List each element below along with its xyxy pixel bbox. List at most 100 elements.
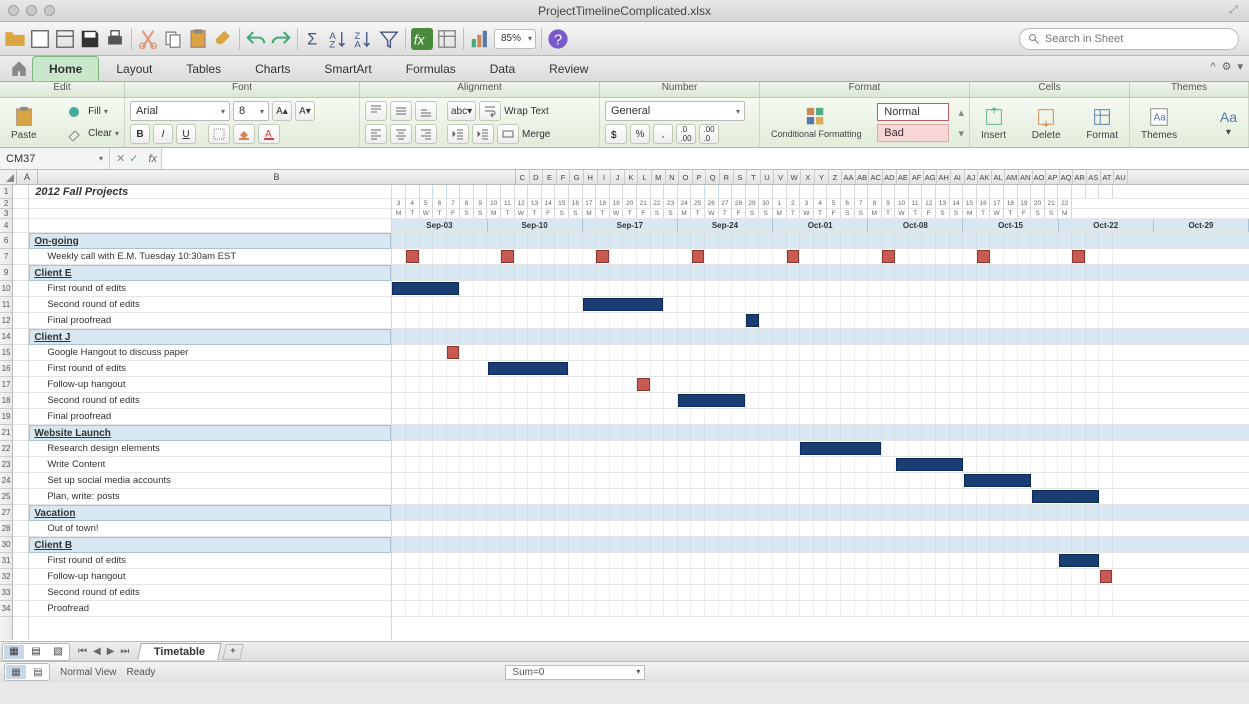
col-header[interactable]: I (598, 170, 612, 184)
col-header[interactable]: AS (1087, 170, 1101, 184)
milestone-block[interactable] (1072, 250, 1085, 263)
timeline-row[interactable] (392, 313, 1249, 329)
col-header[interactable]: AH (937, 170, 951, 184)
cell[interactable]: Research design elements (29, 441, 391, 457)
cell[interactable]: Follow-up hangout (29, 569, 391, 585)
timeline-row[interactable] (392, 569, 1249, 585)
sort-asc-button[interactable]: AZ (328, 28, 350, 50)
timeline-row[interactable] (392, 425, 1249, 441)
col-header[interactable]: Y (815, 170, 829, 184)
col-header[interactable]: AP (1046, 170, 1060, 184)
cell[interactable]: Plan, write: posts (29, 489, 391, 505)
clear-icon[interactable] (63, 124, 85, 144)
row-header[interactable]: 7 (0, 249, 12, 265)
milestone-block[interactable] (787, 250, 800, 263)
bold-button[interactable]: B (130, 124, 150, 144)
ribbon-tab-charts[interactable]: Charts (238, 56, 307, 81)
timeline-row[interactable] (392, 185, 1249, 199)
borders-button[interactable] (208, 124, 230, 144)
cancel-icon[interactable]: ✕ (116, 152, 125, 165)
col-header[interactable]: L (638, 170, 652, 184)
orientation-button[interactable]: abc▾ (447, 101, 476, 121)
cell[interactable]: Client B (29, 537, 391, 553)
col-header[interactable]: V (774, 170, 788, 184)
search-input[interactable] (1045, 33, 1230, 45)
milestone-block[interactable] (596, 250, 609, 263)
row-header[interactable]: 18 (0, 393, 12, 409)
ribbon-tab-data[interactable]: Data (473, 56, 532, 81)
cut-button[interactable] (137, 28, 159, 50)
col-header[interactable]: G (570, 170, 584, 184)
col-header[interactable]: R (720, 170, 734, 184)
confirm-icon[interactable]: ✓ (129, 152, 138, 165)
cell[interactable]: Weekly call with E.M. Tuesday 10:30am ES… (29, 249, 391, 265)
align-top-button[interactable] (365, 101, 387, 121)
col-header[interactable]: AO (1033, 170, 1047, 184)
cell[interactable]: On-going (29, 233, 391, 249)
timeline-row[interactable] (392, 537, 1249, 553)
col-header[interactable]: W (788, 170, 802, 184)
task-block[interactable] (583, 298, 664, 311)
cell[interactable]: Website Launch (29, 425, 391, 441)
col-header[interactable]: K (625, 170, 639, 184)
row-header[interactable]: 32 (0, 569, 12, 585)
task-block[interactable] (488, 362, 569, 375)
currency-button[interactable]: $ (605, 124, 627, 144)
col-header[interactable]: AA (842, 170, 856, 184)
col-header[interactable]: AN (1019, 170, 1033, 184)
ribbon-tab-formulas[interactable]: Formulas (389, 56, 473, 81)
col-header[interactable]: AB (856, 170, 870, 184)
cell[interactable]: Second round of edits (29, 297, 391, 313)
minimize-window-button[interactable] (26, 5, 37, 16)
row-header[interactable]: 11 (0, 297, 12, 313)
cell[interactable]: Set up social media accounts (29, 473, 391, 489)
fx-button[interactable]: fx (411, 28, 433, 50)
row-header[interactable]: 33 (0, 585, 12, 601)
row-header[interactable]: 1 (0, 185, 12, 199)
row-header[interactable]: 22 (0, 441, 12, 457)
ribbon-tab-layout[interactable]: Layout (99, 56, 169, 81)
col-header[interactable]: AJ (965, 170, 979, 184)
row-header[interactable]: 6 (0, 233, 12, 249)
normal-view-icon[interactable]: ▦ (4, 645, 24, 659)
redo-button[interactable] (270, 28, 292, 50)
name-box[interactable]: CM37 ▾ (0, 148, 110, 169)
col-header-A[interactable]: A (17, 170, 38, 184)
ribbon-tab-review[interactable]: Review (532, 56, 605, 81)
percent-button[interactable]: % (630, 124, 650, 144)
page-break-icon[interactable]: ▧ (48, 645, 68, 659)
timeline-row[interactable] (392, 521, 1249, 537)
task-block[interactable] (392, 282, 459, 295)
autosum-button[interactable]: Σ (303, 28, 325, 50)
timeline-row[interactable] (392, 393, 1249, 409)
cell[interactable]: Vacation (29, 505, 391, 521)
theme-fonts-button[interactable]: Aa▾ (1214, 101, 1243, 145)
fullscreen-icon[interactable]: ⤢ (1229, 4, 1243, 18)
col-header[interactable]: AG (924, 170, 938, 184)
row-header[interactable]: 25 (0, 489, 12, 505)
zoom-window-button[interactable] (44, 5, 55, 16)
style-normal[interactable]: Normal (877, 103, 948, 121)
col-header[interactable]: Q (706, 170, 720, 184)
close-window-button[interactable] (8, 5, 19, 16)
open-button[interactable] (4, 28, 26, 50)
timeline-row[interactable] (392, 281, 1249, 297)
style-up-icon[interactable]: ▴ (958, 106, 964, 119)
row-header[interactable]: 31 (0, 553, 12, 569)
decrease-font-button[interactable]: A▾ (295, 101, 315, 121)
milestone-block[interactable] (692, 250, 705, 263)
paste-bigbutton[interactable]: Paste (5, 101, 43, 145)
cell[interactable]: Final proofread (29, 409, 391, 425)
row-header[interactable]: 10 (0, 281, 12, 297)
ribbon-tab-smartart[interactable]: SmartArt (307, 56, 388, 81)
row-header[interactable]: 23 (0, 457, 12, 473)
milestone-block[interactable] (637, 378, 650, 391)
ribbon-tab-home[interactable]: Home (32, 56, 99, 81)
select-all-corner[interactable] (0, 170, 17, 184)
milestone-block[interactable] (447, 346, 460, 359)
col-header[interactable]: AK (978, 170, 992, 184)
merge-button[interactable] (497, 124, 519, 144)
cell[interactable]: Out of town! (29, 521, 391, 537)
timeline-row[interactable] (392, 505, 1249, 521)
wrap-text-button[interactable] (479, 101, 501, 121)
